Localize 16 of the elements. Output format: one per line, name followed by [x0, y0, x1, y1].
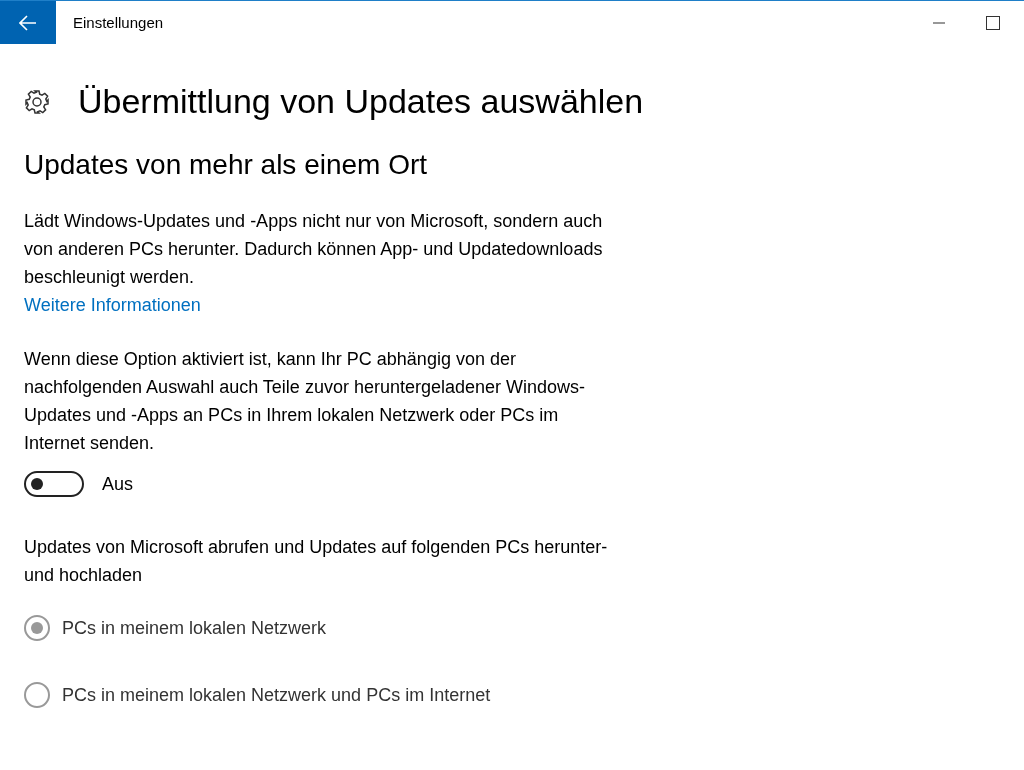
radio-label: PCs in meinem lokalen Netzwerk und PCs im Internet [62, 684, 491, 706]
maximize-icon [986, 15, 1000, 30]
description-text: Lädt Windows-Updates und -Apps nicht nur von Microsoft, sondern auch von anderen PCs herunter. Dadurch können App- und Updatedownloads beschleunigt werden. [24, 210, 604, 289]
radio-label: PCs in meinem lokalen Netzwerk [62, 617, 327, 639]
settings-icon [24, 88, 50, 115]
choice-label: Updates von Microsoft abrufen und Updates auf folgenden PCs herunter- und hochladen [24, 536, 609, 587]
minimize-icon [933, 21, 945, 24]
option-description-text: Wenn diese Option aktiviert ist, kann Ihr PC abhängig von der nachfolgenden Auswahl auch Teile zuvor heruntergeladener Windows-Updates und -Apps an PCs in Ihrem lokalen Netzwerk oder PCs im Internet senden. [24, 348, 587, 455]
toggle-label: Aus [102, 473, 134, 495]
toggle-switch[interactable] [24, 471, 84, 497]
window-title: Einstellungen [73, 14, 165, 31]
back-button[interactable] [0, 1, 56, 44]
page-title: Übermittlung von Updates auswählen [78, 82, 644, 121]
section-title: Updates von mehr als einem Ort [24, 149, 429, 181]
more-info-link[interactable]: Weitere Informationen [24, 291, 201, 319]
back-arrow-icon [19, 14, 37, 31]
